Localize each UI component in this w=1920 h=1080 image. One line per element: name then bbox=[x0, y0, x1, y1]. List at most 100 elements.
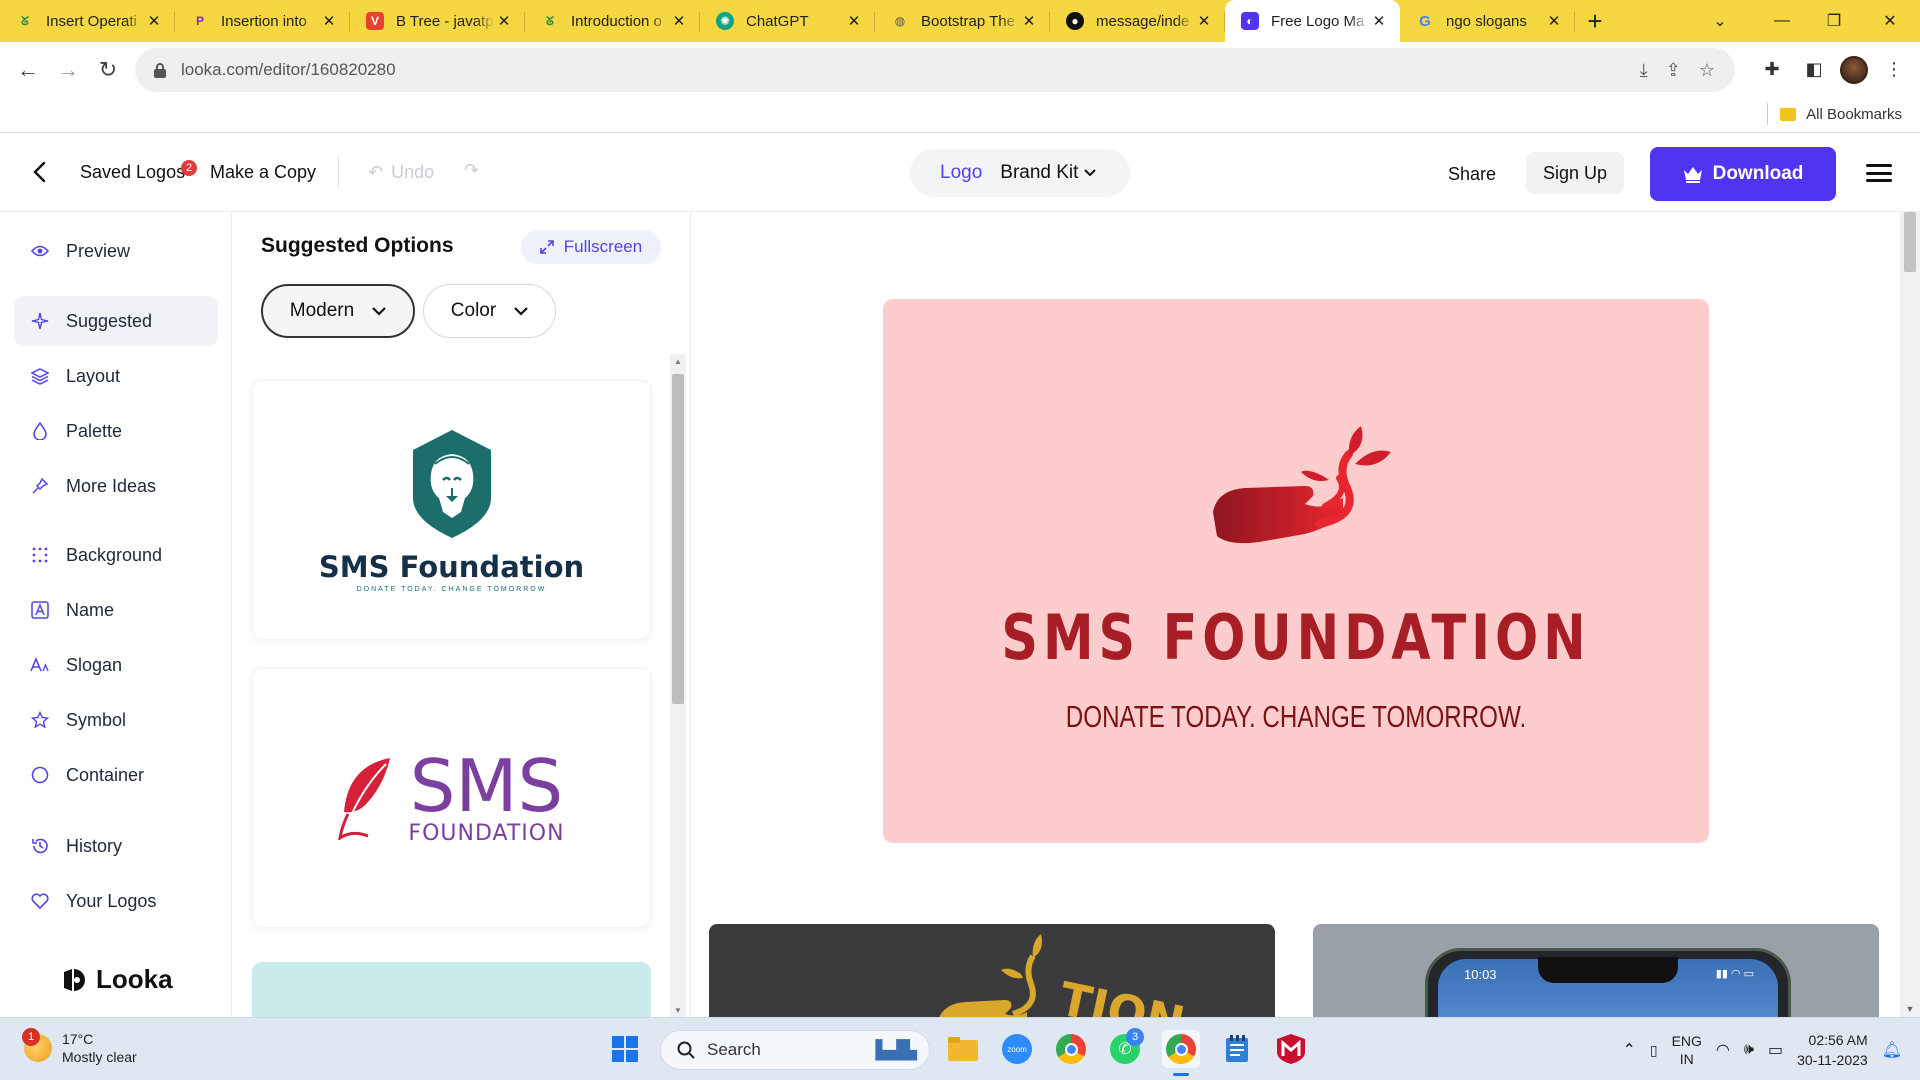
back-arrow-icon[interactable]: ← bbox=[8, 50, 48, 90]
extensions-icon[interactable]: ✚ bbox=[1756, 54, 1788, 86]
close-icon[interactable]: ✕ bbox=[320, 12, 338, 30]
color-filter-dropdown[interactable]: Color bbox=[423, 284, 556, 338]
close-icon[interactable]: ✕ bbox=[845, 12, 863, 30]
browser-tab-active[interactable]: ◐ Free Logo Ma ✕ bbox=[1225, 0, 1400, 42]
zoom-icon[interactable]: zoom bbox=[998, 1030, 1036, 1068]
share-page-icon[interactable]: ⇪ bbox=[1666, 60, 1681, 81]
scroll-up-icon[interactable]: ▲ bbox=[670, 354, 686, 368]
weather-sun-icon: 1 bbox=[22, 1028, 52, 1062]
tab-brand-kit[interactable]: Brand Kit bbox=[1000, 162, 1097, 184]
notification-bell-icon[interactable]: 🔔︎ bbox=[1882, 1040, 1902, 1060]
tray-expand-icon[interactable]: ⌃ bbox=[1622, 1040, 1635, 1060]
side-panel-icon[interactable]: ◧ bbox=[1798, 54, 1830, 86]
logo-company-name[interactable]: SMS FOUNDATION bbox=[957, 601, 1634, 674]
share-button[interactable]: Share bbox=[1448, 164, 1496, 185]
sidebar-item-more-ideas[interactable]: More Ideas bbox=[14, 461, 218, 511]
battery-saver-icon[interactable]: ▯ bbox=[1650, 1042, 1658, 1059]
whatsapp-icon[interactable]: ✆ 3 bbox=[1106, 1028, 1144, 1068]
options-scrollbar[interactable]: ▲ ▼ bbox=[670, 354, 686, 1017]
clock[interactable]: 02:56 AM 30-11-2023 bbox=[1797, 1030, 1868, 1070]
download-button[interactable]: Download bbox=[1650, 147, 1836, 201]
browser-tab[interactable]: V B Tree - javatp ✕ bbox=[350, 0, 525, 42]
browser-tab[interactable]: ✺ ChatGPT ✕ bbox=[700, 0, 875, 42]
undo-button[interactable]: ↶ Undo bbox=[368, 162, 434, 183]
close-icon[interactable]: ✕ bbox=[1020, 12, 1038, 30]
logo-option-card[interactable]: SMS Foundation DONATE TODAY. CHANGE TOMO… bbox=[252, 380, 651, 640]
sidebar-item-container[interactable]: Container bbox=[14, 750, 218, 800]
close-icon[interactable]: ✕ bbox=[1545, 12, 1563, 30]
hamburger-menu-icon[interactable] bbox=[1866, 160, 1892, 186]
wifi-icon[interactable]: ◠ bbox=[1716, 1040, 1730, 1060]
profile-avatar[interactable] bbox=[1840, 55, 1868, 84]
sidebar-item-suggested[interactable]: Suggested bbox=[14, 296, 218, 346]
close-icon[interactable]: ✕ bbox=[670, 12, 688, 30]
sidebar-item-symbol[interactable]: Symbol bbox=[14, 695, 218, 745]
chrome-icon[interactable] bbox=[1052, 1030, 1090, 1068]
sidebar-item-preview[interactable]: Preview bbox=[14, 226, 218, 276]
sidebar-item-history[interactable]: History bbox=[14, 821, 218, 871]
mcafee-icon[interactable] bbox=[1272, 1030, 1310, 1068]
more-menu-icon[interactable]: ⋮ bbox=[1878, 54, 1910, 86]
looka-logo[interactable]: Looka bbox=[62, 964, 173, 995]
new-tab-button[interactable]: + bbox=[1575, 0, 1615, 42]
redo-icon[interactable]: ↷ bbox=[464, 160, 479, 181]
close-window-icon[interactable]: ✕ bbox=[1860, 0, 1920, 42]
close-icon[interactable]: ✕ bbox=[1370, 12, 1388, 30]
browser-tab[interactable]: G ngo slogans ✕ bbox=[1400, 0, 1575, 42]
logo-slogan[interactable]: DONATE TODAY. CHANGE TOMORROW. bbox=[974, 699, 1618, 735]
sidebar-item-name[interactable]: Name bbox=[14, 585, 218, 635]
fullscreen-button[interactable]: Fullscreen bbox=[521, 230, 661, 264]
saved-logos-link[interactable]: Saved Logos bbox=[80, 162, 185, 183]
bookmark-star-icon[interactable]: ☆ bbox=[1699, 60, 1715, 81]
scroll-down-icon[interactable]: ▼ bbox=[1900, 1001, 1920, 1017]
notepad-icon[interactable] bbox=[1218, 1030, 1256, 1068]
language-indicator[interactable]: ENG IN bbox=[1672, 1032, 1702, 1068]
minimize-icon[interactable]: — bbox=[1752, 0, 1812, 42]
tab-logo[interactable]: Logo bbox=[940, 162, 982, 184]
sidebar-item-palette[interactable]: Palette bbox=[14, 406, 218, 456]
chrome-profile-icon[interactable] bbox=[1162, 1030, 1200, 1076]
all-bookmarks[interactable]: All Bookmarks bbox=[1767, 103, 1902, 125]
sidebar-item-slogan[interactable]: Slogan bbox=[14, 640, 218, 690]
chevron-down-icon bbox=[1084, 169, 1097, 177]
browser-tab[interactable]: ᘜ Introduction o ✕ bbox=[525, 0, 700, 42]
sidebar-item-your-logos[interactable]: Your Logos bbox=[14, 876, 218, 926]
scrollbar-thumb[interactable] bbox=[672, 374, 684, 704]
browser-tab[interactable]: P Insertion into ✕ bbox=[175, 0, 350, 42]
taskbar-search[interactable]: Search ▙▟▙ bbox=[660, 1030, 930, 1070]
logo-option-card[interactable] bbox=[252, 962, 651, 1017]
mockup-card[interactable]: 10:03 ▮▮ ◠ ▭ bbox=[1313, 924, 1879, 1017]
close-icon[interactable]: ✕ bbox=[495, 12, 513, 30]
browser-tab[interactable]: ᘜ Insert Operati ✕ bbox=[0, 0, 175, 42]
browser-toolbar: ← → ↻ looka.com/editor/160820280 ⤓ ⇪ ☆ ✚… bbox=[0, 42, 1920, 97]
tab-search-icon[interactable]: ⌄ bbox=[1690, 0, 1750, 42]
volume-icon[interactable]: 🕪 bbox=[1744, 1041, 1754, 1059]
close-icon[interactable]: ✕ bbox=[145, 12, 163, 30]
browser-tab[interactable]: ● message/inde ✕ bbox=[1050, 0, 1225, 42]
address-bar[interactable]: looka.com/editor/160820280 ⤓ ⇪ ☆ bbox=[135, 48, 1735, 92]
chevron-left-icon[interactable] bbox=[26, 158, 54, 186]
sidebar-item-background[interactable]: Background bbox=[14, 530, 218, 580]
weather-widget[interactable]: 1 17°C Mostly clear bbox=[22, 1028, 137, 1066]
sidebar-item-layout[interactable]: Layout bbox=[14, 351, 218, 401]
reload-icon[interactable]: ↻ bbox=[88, 50, 128, 90]
scroll-down-icon[interactable]: ▼ bbox=[670, 1003, 686, 1017]
install-icon[interactable]: ⤓ bbox=[1640, 60, 1648, 81]
main-scrollbar[interactable]: ▼ bbox=[1900, 212, 1920, 1017]
logo-option-card[interactable]: SMS FOUNDATION bbox=[252, 668, 651, 928]
phone-status-icons: ▮▮ ◠ ▭ bbox=[1715, 968, 1754, 980]
forward-arrow-icon[interactable]: → bbox=[48, 50, 88, 90]
start-icon[interactable] bbox=[606, 1030, 644, 1068]
sign-up-button[interactable]: Sign Up bbox=[1526, 152, 1624, 194]
file-explorer-icon[interactable] bbox=[944, 1030, 982, 1068]
style-filter-dropdown[interactable]: Modern bbox=[261, 284, 415, 338]
restore-icon[interactable]: ❐ bbox=[1804, 0, 1864, 42]
scrollbar-thumb[interactable] bbox=[1904, 212, 1916, 272]
mockup-card[interactable]: TION bbox=[709, 924, 1275, 1017]
divider bbox=[338, 156, 339, 188]
logo-canvas[interactable]: SMS FOUNDATION DONATE TODAY. CHANGE TOMO… bbox=[883, 299, 1709, 843]
close-icon[interactable]: ✕ bbox=[1195, 12, 1213, 30]
battery-icon[interactable]: ▭ bbox=[1768, 1040, 1783, 1060]
browser-tab[interactable]: ◍ Bootstrap The ✕ bbox=[875, 0, 1050, 42]
make-copy-button[interactable]: Make a Copy bbox=[210, 162, 316, 183]
